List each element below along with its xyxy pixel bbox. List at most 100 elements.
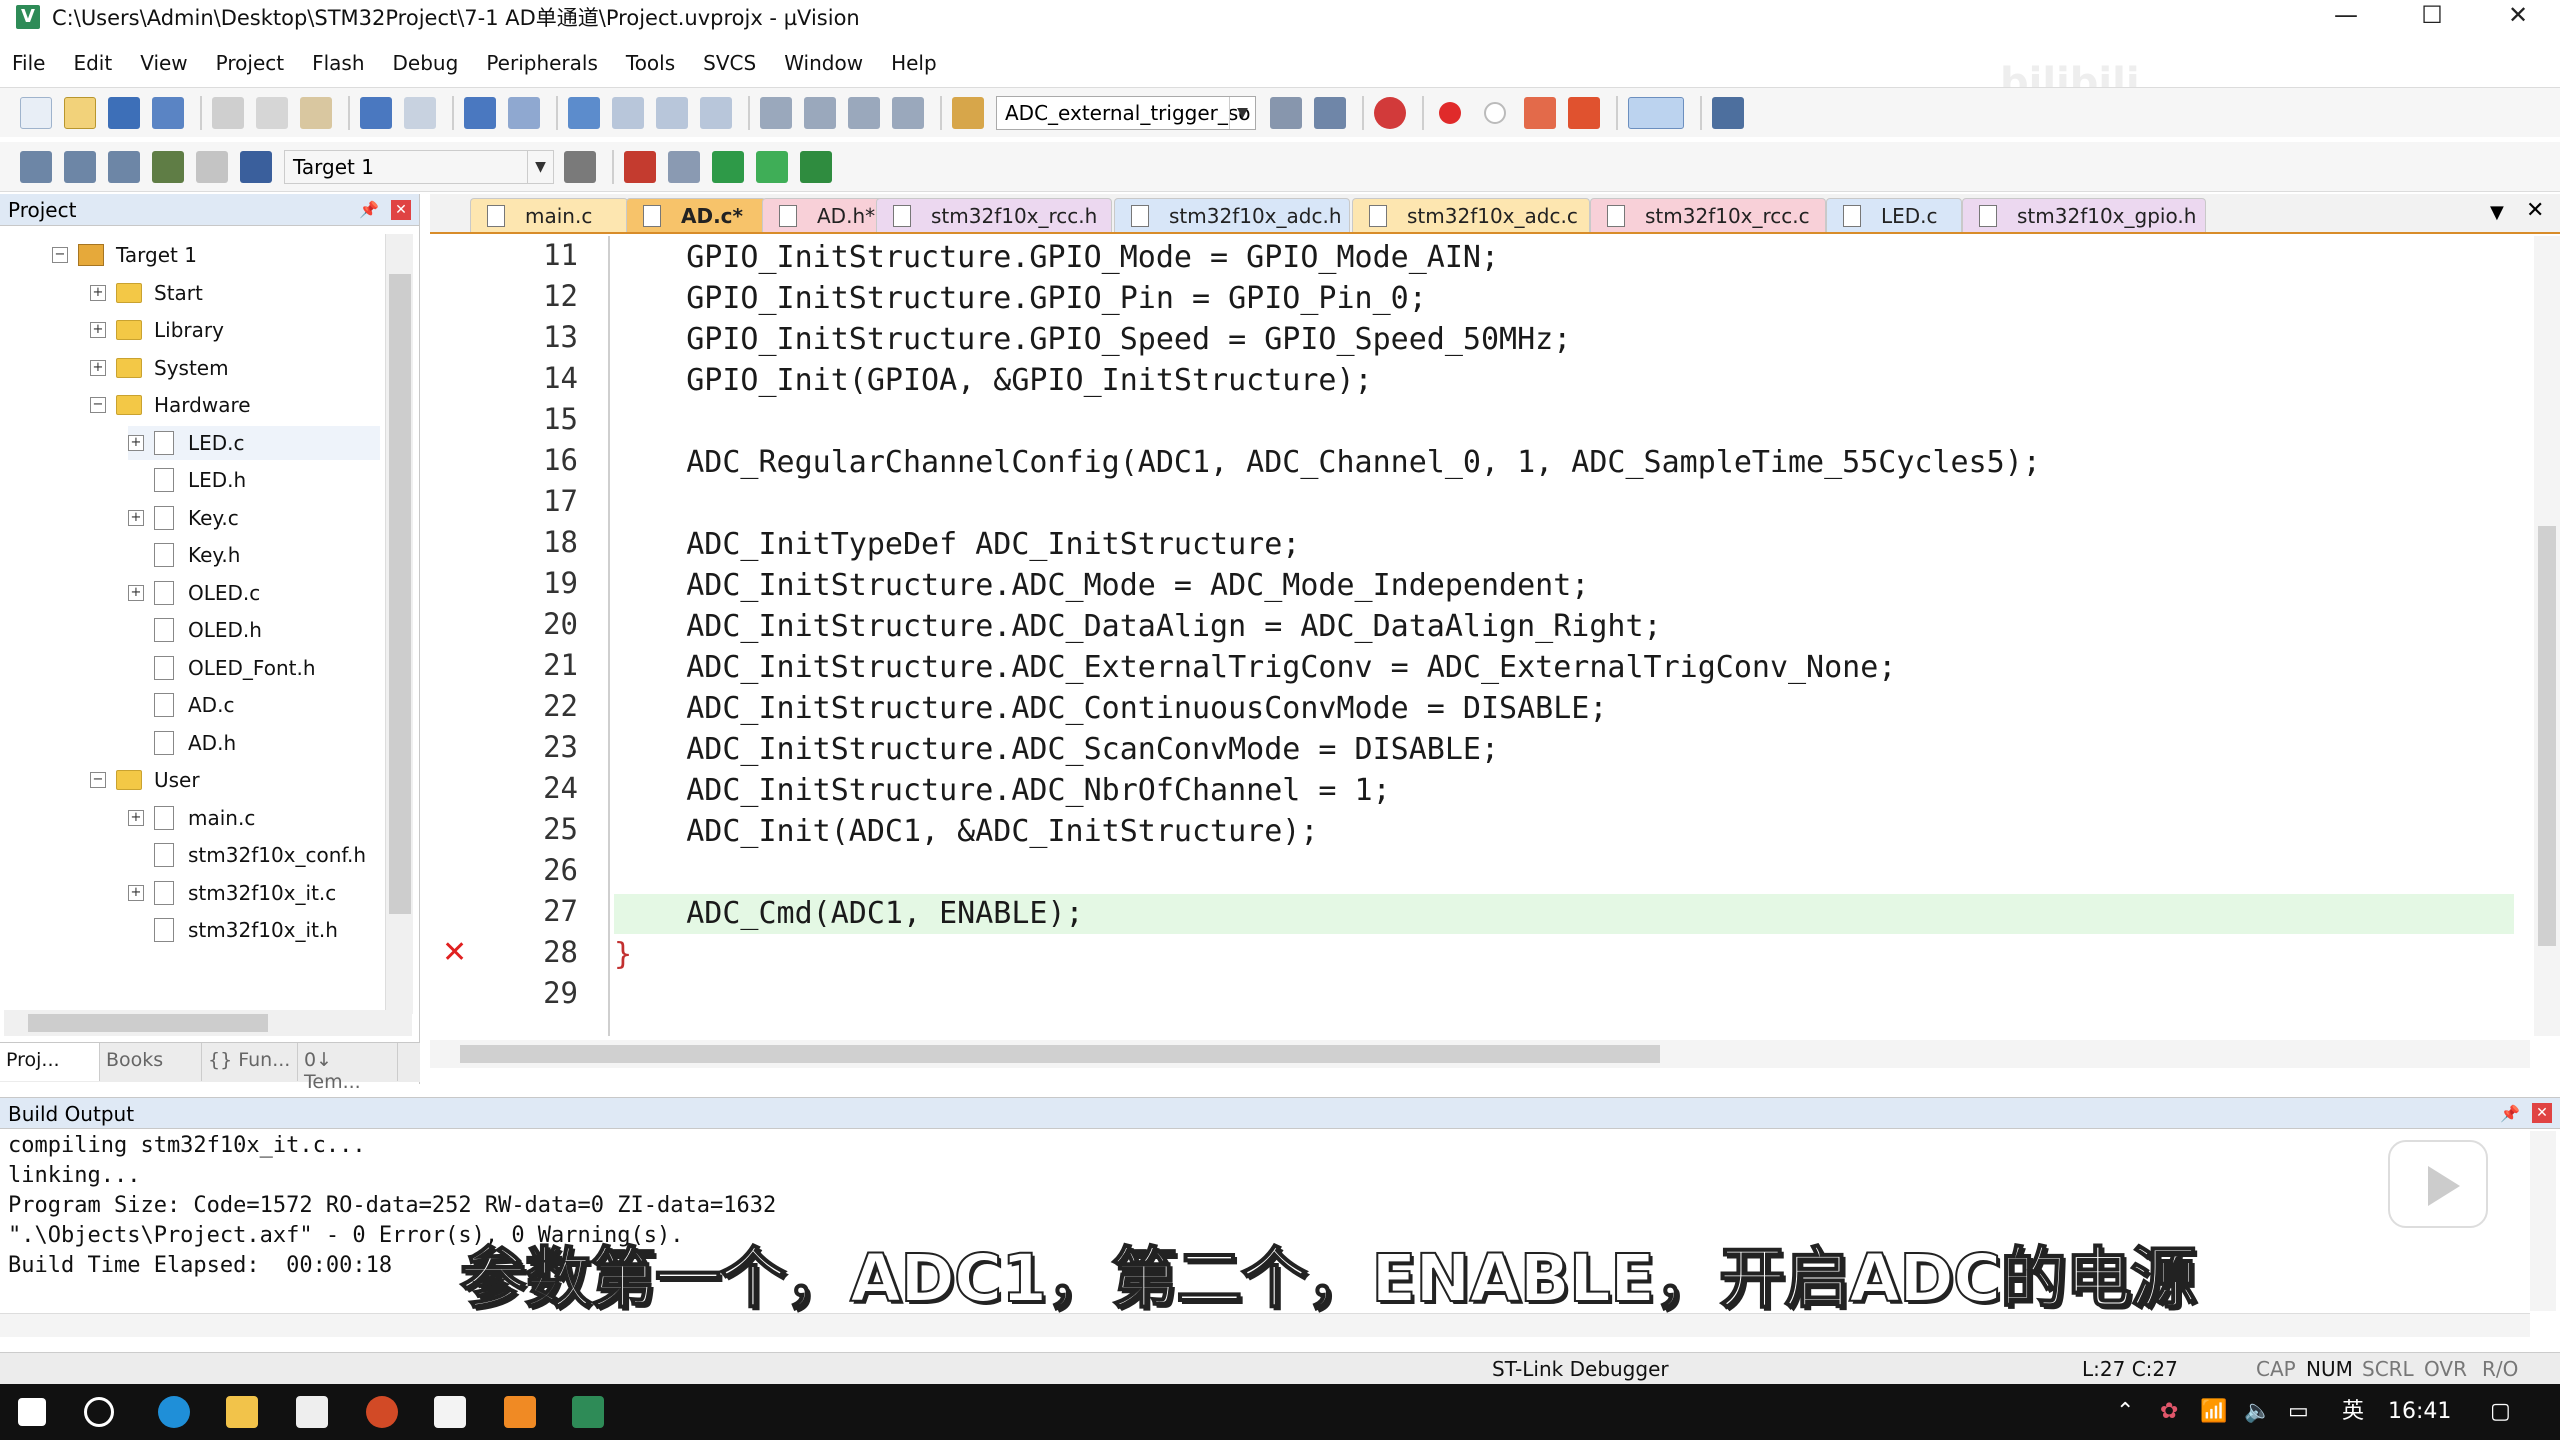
minimize-button[interactable]: — <box>2306 0 2386 33</box>
code-line[interactable]: ADC_InitStructure.ADC_NbrOfChannel = 1; <box>614 771 2514 811</box>
uncomment-icon[interactable] <box>892 96 924 129</box>
expand-icon[interactable]: + <box>128 510 144 526</box>
menu-debug[interactable]: Debug <box>393 51 459 75</box>
disable-all-breakpoints-icon[interactable] <box>1524 96 1556 129</box>
tab-led-c[interactable]: LED.c <box>1826 198 1962 232</box>
menu-edit[interactable]: Edit <box>73 51 112 75</box>
menu-help[interactable]: Help <box>891 51 937 75</box>
powerpoint-icon[interactable] <box>366 1396 398 1428</box>
code-line[interactable] <box>614 976 2514 1016</box>
code-line[interactable]: GPIO_Init(GPIOA, &GPIO_InitStructure); <box>614 361 2514 401</box>
tree-node-file[interactable]: Key.h <box>128 538 240 572</box>
run-time-environment-icon[interactable] <box>712 150 744 183</box>
tab-books[interactable]: Books <box>100 1043 202 1081</box>
stop-build-icon[interactable] <box>196 150 228 183</box>
code-line[interactable]: GPIO_InitStructure.GPIO_Speed = GPIO_Spe… <box>614 320 2514 360</box>
menu-flash[interactable]: Flash <box>312 51 364 75</box>
build-output-vertical-scrollbar[interactable] <box>2530 1131 2556 1311</box>
code-line[interactable] <box>614 484 2514 524</box>
tree-node-file[interactable]: LED.h <box>128 463 246 497</box>
tab-project[interactable]: Proj... <box>0 1043 100 1081</box>
tab-stm32f10x-adc-c[interactable]: stm32f10x_adc.c <box>1352 198 1590 232</box>
code-line[interactable] <box>614 402 2514 442</box>
copy-icon[interactable] <box>256 96 288 129</box>
multi-project-icon[interactable] <box>668 150 700 183</box>
collapse-icon[interactable]: − <box>90 397 106 413</box>
tree-node-file[interactable]: + LED.c <box>128 426 380 460</box>
editor-horizontal-scrollbar[interactable] <box>430 1040 2530 1068</box>
pin-icon[interactable]: 📌 <box>359 194 379 226</box>
prev-bookmark-icon[interactable] <box>612 96 644 129</box>
tab-stm32f10x-rcc-c[interactable]: stm32f10x_rcc.c <box>1590 198 1826 232</box>
cut-icon[interactable] <box>212 96 244 129</box>
tree-node-target[interactable]: − Target 1 <box>52 238 197 272</box>
code-line[interactable]: ADC_InitStructure.ADC_ContinuousConvMode… <box>614 689 2514 729</box>
tree-node-file[interactable]: AD.c <box>128 688 234 722</box>
scrollbar-thumb[interactable] <box>28 1014 268 1032</box>
menu-project[interactable]: Project <box>216 51 284 75</box>
search-icon[interactable] <box>84 1397 114 1427</box>
code-line[interactable]: ADC_RegularChannelConfig(ADC1, ADC_Chann… <box>614 443 2514 483</box>
batch-build-icon[interactable] <box>152 150 184 183</box>
tab-stm32f10x-adc-h[interactable]: stm32f10x_adc.h <box>1114 198 1350 232</box>
tree-node-file[interactable]: stm32f10x_conf.h <box>128 838 366 872</box>
navigate-forward-icon[interactable] <box>508 96 540 129</box>
tree-node-file[interactable]: OLED.h <box>128 613 262 647</box>
debug-session-icon[interactable] <box>1374 96 1406 129</box>
expand-icon[interactable]: + <box>90 360 106 376</box>
error-marker-icon[interactable]: ✕ <box>442 935 467 970</box>
pack-installer-icon[interactable] <box>756 150 788 183</box>
chevron-down-icon[interactable]: ▼ <box>1229 96 1255 129</box>
tree-node-file[interactable]: + stm32f10x_it.c <box>128 876 336 910</box>
code-line[interactable]: } <box>614 935 2514 975</box>
tab-stm32f10x-rcc-h[interactable]: stm32f10x_rcc.h <box>876 198 1112 232</box>
expand-icon[interactable]: + <box>128 435 144 451</box>
menu-peripherals[interactable]: Peripherals <box>486 51 598 75</box>
tab-list-chevron-icon[interactable]: ▼ <box>2490 202 2504 223</box>
manage-project-items-icon[interactable] <box>624 150 656 183</box>
volume-icon[interactable]: 🔈 <box>2244 1384 2271 1440</box>
tree-node-folder[interactable]: + System <box>90 351 229 385</box>
tree-vertical-scrollbar[interactable] <box>385 234 413 1014</box>
close-tab-icon[interactable]: ✕ <box>2526 198 2544 223</box>
close-button[interactable]: ✕ <box>2478 0 2558 33</box>
code-line-current[interactable]: ADC_Cmd(ADC1, ENABLE); <box>614 894 2514 934</box>
tree-horizontal-scrollbar[interactable] <box>4 1010 412 1036</box>
editor-vertical-scrollbar[interactable] <box>2534 236 2560 1036</box>
code-area[interactable]: GPIO_InitStructure.GPIO_Mode = GPIO_Mode… <box>614 236 2534 1036</box>
battery-icon[interactable]: ▭ <box>2288 1384 2309 1440</box>
build-icon[interactable] <box>64 150 96 183</box>
code-line[interactable]: ADC_InitStructure.ADC_DataAlign = ADC_Da… <box>614 607 2514 647</box>
incremental-find-icon[interactable] <box>1270 96 1302 129</box>
undo-icon[interactable] <box>360 96 392 129</box>
configure-wrench-icon[interactable] <box>1712 96 1744 129</box>
target-options-icon[interactable] <box>564 150 596 183</box>
new-file-icon[interactable] <box>20 96 52 129</box>
target-select[interactable]: Target 1 ▼ <box>284 149 554 184</box>
clear-bookmarks-icon[interactable] <box>700 96 732 129</box>
redo-icon[interactable] <box>404 96 436 129</box>
find-combo[interactable]: ADC_external_trigger_so ▼ <box>996 95 1256 130</box>
download-load-icon[interactable] <box>240 150 272 183</box>
tab-templates[interactable]: 0↓ Tem... <box>298 1043 398 1093</box>
bookmark-icon[interactable] <box>568 96 600 129</box>
scrollbar-thumb[interactable] <box>389 274 411 914</box>
code-line[interactable]: ADC_InitStructure.ADC_ScanConvMode = DIS… <box>614 730 2514 770</box>
breakpoint-icon[interactable] <box>1439 101 1461 124</box>
tree-node-file[interactable]: OLED_Font.h <box>128 651 316 685</box>
file-explorer-icon[interactable] <box>226 1396 258 1428</box>
code-line[interactable]: GPIO_InitStructure.GPIO_Pin = GPIO_Pin_0… <box>614 279 2514 319</box>
disable-breakpoint-icon[interactable] <box>1484 101 1506 124</box>
tree-node-file[interactable]: AD.h <box>128 726 236 760</box>
tree-node-file[interactable]: + Key.c <box>128 501 239 535</box>
code-line[interactable] <box>614 853 2514 893</box>
tab-main-c[interactable]: main.c <box>470 198 628 232</box>
code-line[interactable]: ADC_InitStructure.ADC_ExternalTrigConv =… <box>614 648 2514 688</box>
uvision-taskbar-icon[interactable] <box>572 1396 604 1428</box>
menu-window[interactable]: Window <box>784 51 863 75</box>
find-icon[interactable] <box>1314 96 1346 129</box>
next-bookmark-icon[interactable] <box>656 96 688 129</box>
find-in-files-icon[interactable] <box>952 96 984 129</box>
menu-tools[interactable]: Tools <box>626 51 675 75</box>
scrollbar-thumb[interactable] <box>460 1045 1660 1063</box>
